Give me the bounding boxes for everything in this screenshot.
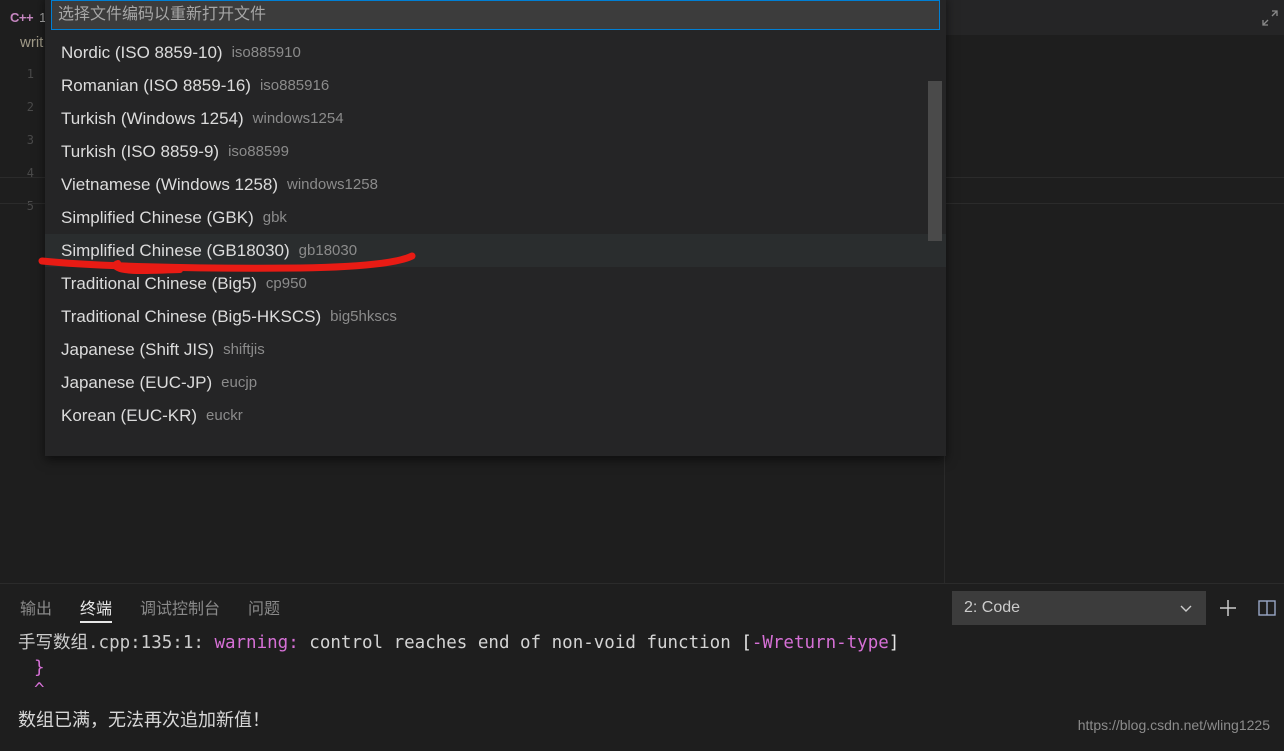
quick-pick-item[interactable]: Japanese (EUC-JP) eucjp: [45, 366, 946, 399]
quick-pick-item-label: Japanese (Shift JIS): [61, 339, 215, 359]
quick-pick-item-label: Vietnamese (Windows 1258): [61, 174, 279, 194]
quick-pick-scrollbar-thumb[interactable]: [928, 81, 942, 241]
terminal-program-output: 数组已满，无法再次追加新值！: [18, 710, 270, 731]
split-editor-icon[interactable]: [1258, 6, 1282, 30]
terminal-bracket-open: [: [741, 633, 752, 653]
breadcrumb[interactable]: writ: [20, 34, 43, 51]
quick-pick-item[interactable]: Turkish (Windows 1254) windows1254: [45, 102, 946, 135]
quick-pick-list[interactable]: Nordic (ISO 8859-10) iso885910 Romanian (I…: [45, 36, 946, 456]
chevron-down-icon: [1178, 600, 1194, 616]
quick-pick-item-label: Traditional Chinese (Big5-HKSCS): [61, 306, 322, 326]
terminal-line: }: [18, 656, 1284, 681]
quick-pick-item[interactable]: Turkish (ISO 8859-9) iso88599: [45, 135, 946, 168]
quick-pick-item-description: eucjp: [221, 374, 258, 391]
quick-pick-item-label: Nordic (ISO 8859-10): [61, 42, 223, 62]
quick-pick-item-description: gbk: [262, 209, 287, 226]
quick-pick-item[interactable]: Japanese (Shift JIS) shiftjis: [45, 333, 946, 366]
terminal-line: ^: [18, 681, 1284, 706]
quick-pick-item-description: big5hkscs: [330, 308, 397, 325]
quick-pick-item-description: iso88599: [228, 143, 289, 160]
terminal-warning-flag: -Wreturn-type: [751, 633, 889, 653]
quick-pick-item-label: Simplified Chinese (GBK): [61, 207, 254, 227]
terminal-instance-select[interactable]: 2: Code: [952, 591, 1206, 625]
quick-pick-item[interactable]: Simplified Chinese (GBK) gbk: [45, 201, 946, 234]
editor-gutter: 1 2 3 4 5: [0, 58, 46, 223]
quick-pick-item-label: Turkish (Windows 1254): [61, 108, 244, 128]
panel-header: 输出 终端 调试控制台 问题 2: Code: [0, 584, 1284, 631]
quick-pick-item[interactable]: Traditional Chinese (Big5) cp950: [45, 267, 946, 300]
panel-tab-list: 输出 终端 调试控制台 问题: [0, 584, 280, 629]
line-number: 4: [26, 166, 34, 180]
quick-pick-item-label: Turkish (ISO 8859-9): [61, 141, 220, 161]
encoding-quick-pick: Nordic (ISO 8859-10) iso885910 Romanian (I…: [45, 0, 946, 456]
quick-pick-item-description: iso885910: [231, 44, 301, 61]
line-number: 5: [26, 199, 34, 213]
quick-pick-item-label: Simplified Chinese (GB18030): [61, 240, 290, 260]
line-number: 1: [26, 67, 34, 81]
terminal-instance-label: 2: Code: [964, 599, 1021, 616]
quick-pick-item-description: cp950: [265, 275, 307, 292]
line-number: 3: [26, 133, 34, 147]
panel-tab-output[interactable]: 输出: [20, 584, 52, 629]
quick-pick-item-label: Traditional Chinese (Big5): [61, 273, 257, 293]
quick-pick-item[interactable]: Traditional Chinese (Big5-HKSCS) big5hksc…: [45, 300, 946, 333]
quick-pick-item-description: shiftjis: [223, 341, 265, 358]
panel-actions: 2: Code: [952, 591, 1284, 625]
watermark: https://blog.csdn.net/wling1225: [1077, 717, 1270, 733]
quick-pick-item[interactable]: Vietnamese (Windows 1258) windows1258: [45, 168, 946, 201]
line-number: 2: [26, 100, 34, 114]
add-terminal-icon[interactable]: [1206, 591, 1250, 625]
panel-tab-problems[interactable]: 问题: [248, 584, 280, 629]
terminal-code-snippet: }: [34, 658, 45, 678]
terminal-severity: warning:: [214, 633, 299, 653]
terminal-caret-marker: ^: [34, 680, 45, 700]
cpp-file-icon: C++: [10, 10, 34, 25]
panel-tab-terminal[interactable]: 终端: [80, 584, 113, 629]
panel-tab-debug-console[interactable]: 调试控制台: [140, 584, 220, 629]
quick-pick-item-description: euckr: [206, 407, 243, 424]
quick-pick-item[interactable]: Romanian (ISO 8859-16) iso885916: [45, 69, 946, 102]
quick-pick-item-description: windows1254: [252, 110, 344, 127]
quick-pick-item-description: gb18030: [298, 242, 358, 259]
quick-pick-item-description: windows1258: [287, 176, 378, 193]
quick-pick-item-label: Japanese (EUC-JP): [61, 372, 213, 392]
quick-pick-item[interactable]: Korean (EUC-KR) euckr: [45, 399, 946, 432]
quick-pick-item[interactable]: Nordic (ISO 8859-10) iso885910: [45, 36, 946, 69]
terminal-message: control reaches end of non-void function: [309, 633, 731, 653]
quick-pick-item[interactable]: Simplified Chinese (GB18030) gb18030: [45, 234, 946, 267]
terminal-file-ref: 手写数组.cpp:135:1:: [18, 633, 204, 653]
quick-pick-search-input[interactable]: [51, 0, 940, 30]
quick-pick-input-row: [45, 0, 946, 36]
terminal-line: 手写数组.cpp:135:1: warning: control reaches…: [18, 631, 1284, 656]
quick-pick-item-description: iso885916: [259, 77, 330, 94]
split-terminal-icon[interactable]: [1250, 591, 1284, 625]
quick-pick-item-label: Korean (EUC-KR): [61, 405, 198, 425]
quick-pick-item-label: Romanian (ISO 8859-16): [61, 75, 251, 95]
terminal-output[interactable]: 手写数组.cpp:135:1: warning: control reaches…: [0, 631, 1284, 731]
terminal-bracket-close: ]: [888, 633, 900, 653]
